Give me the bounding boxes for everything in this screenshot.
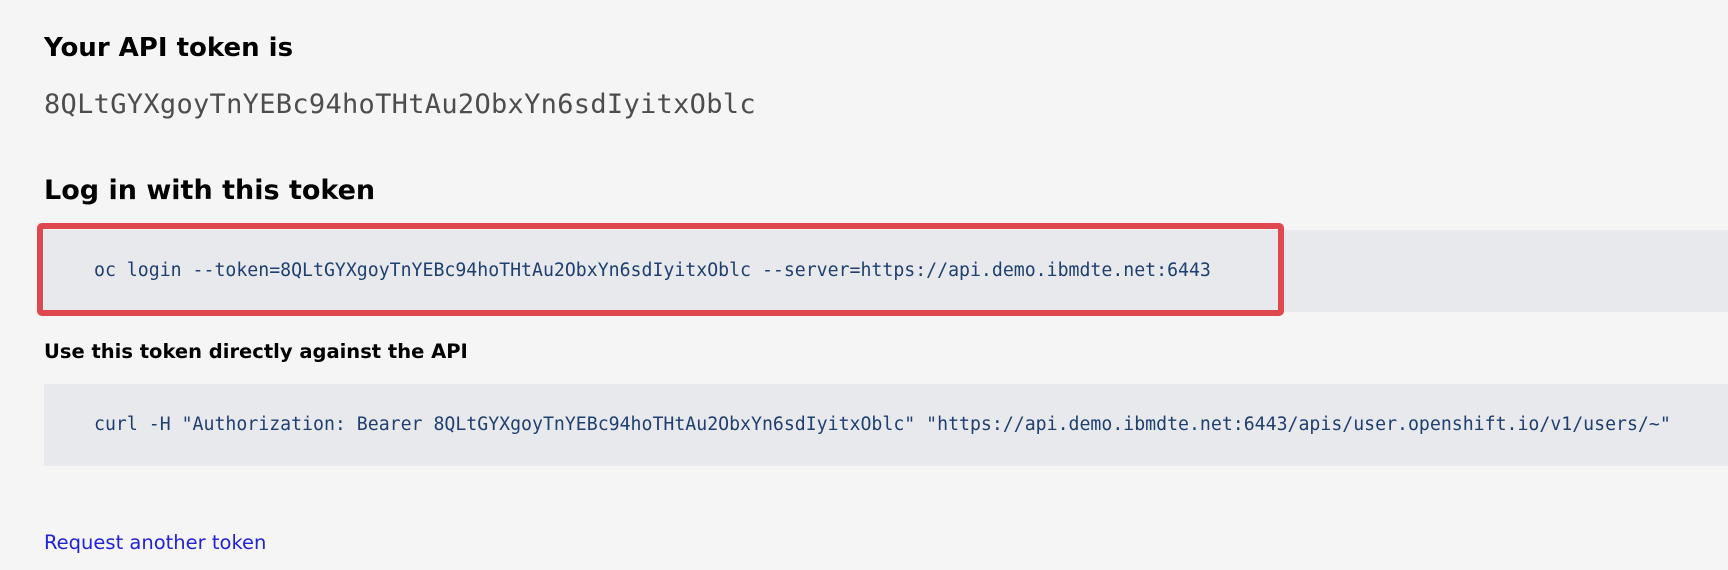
login-heading: Log in with this token <box>44 175 376 206</box>
login-command-highlight <box>37 223 1284 316</box>
api-token-value[interactable]: 8QLtGYXgoyTnYEBc94hoTHtAu2ObxYn6sdIyitxO… <box>44 85 756 125</box>
curl-command[interactable]: curl -H "Authorization: Bearer 8QLtGYXgo… <box>94 384 1671 466</box>
api-usage-heading: Use this token directly against the API <box>44 340 468 363</box>
curl-command-block[interactable]: curl -H "Authorization: Bearer 8QLtGYXgo… <box>44 384 1728 466</box>
token-page: Your API token is 8QLtGYXgoyTnYEBc94hoTH… <box>37 0 1728 570</box>
request-another-token-link[interactable]: Request another token <box>44 530 266 556</box>
api-token-heading: Your API token is <box>44 33 294 63</box>
